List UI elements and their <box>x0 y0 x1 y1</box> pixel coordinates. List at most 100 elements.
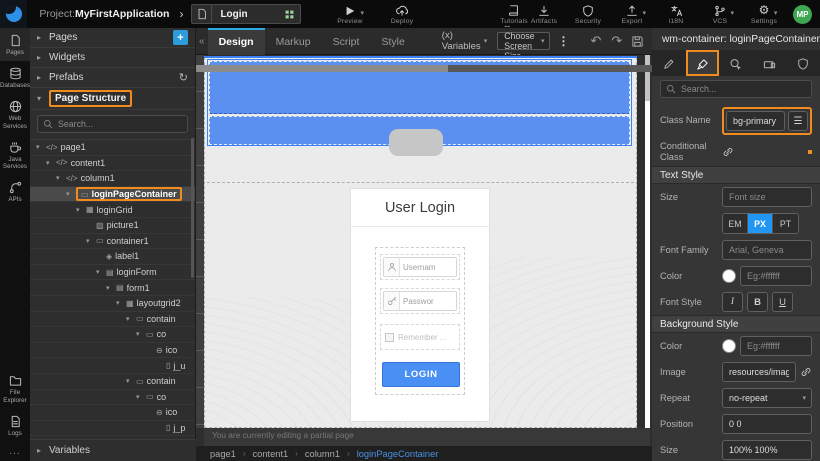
design-page[interactable]: User Login Usernam <box>204 57 637 428</box>
tab-styles[interactable] <box>686 50 720 76</box>
section-page-structure[interactable]: ▾ Page Structure <box>30 88 195 110</box>
tree-item-container[interactable]: ▾▭contain <box>30 312 195 328</box>
tree-item-loginGrid[interactable]: ▾▦loginGrid <box>30 202 195 218</box>
remember-checkbox[interactable] <box>385 333 394 342</box>
canvas-horizontal-scrollbar[interactable] <box>196 65 652 72</box>
tree-item-layoutgrid2[interactable]: ▾▦layoutgrid2 <box>30 296 195 312</box>
tree-item-input[interactable]: ▯j_u <box>30 358 195 374</box>
more-options-icon[interactable]: ... <box>0 442 30 461</box>
tree-item-icon[interactable]: ⊖ico <box>30 405 195 421</box>
bg-color-input[interactable] <box>740 336 812 356</box>
save-button[interactable] <box>627 35 648 48</box>
breadcrumb-content1[interactable]: content1 <box>253 449 289 459</box>
tree-item-container[interactable]: ▾▭co <box>30 390 195 406</box>
bg-image-input[interactable] <box>722 362 796 382</box>
tab-device[interactable] <box>753 50 787 76</box>
page-tab-login[interactable]: Login <box>191 4 301 24</box>
breadcrumb-loginPageContainer[interactable]: loginPageContainer <box>357 449 439 459</box>
bg-position-input[interactable] <box>722 414 812 434</box>
color-swatch[interactable] <box>722 339 736 353</box>
tab-markup[interactable]: Markup <box>265 28 322 55</box>
section-pages[interactable]: ▸ Pages + <box>30 28 195 48</box>
class-name-input[interactable] <box>726 111 785 131</box>
underline-button[interactable]: U <box>772 292 793 312</box>
text-color-input[interactable] <box>740 266 812 286</box>
tab-properties[interactable] <box>652 50 686 76</box>
username-placeholder[interactable]: Usernam <box>400 263 456 272</box>
more-menu-icon[interactable]: ⋮ <box>558 34 570 48</box>
password-field-row[interactable]: Passwor <box>380 288 460 314</box>
unit-pt-button[interactable]: PT <box>773 214 798 233</box>
tab-security[interactable] <box>786 50 820 76</box>
breadcrumb-column1[interactable]: column1 <box>305 449 340 459</box>
bg-repeat-select[interactable]: no-repeat ▾ <box>722 388 812 408</box>
panel-scrollbar[interactable] <box>191 138 194 278</box>
tree-search-input[interactable]: Search... <box>37 115 188 133</box>
collapse-left-icon[interactable]: « <box>196 36 208 47</box>
username-field-row[interactable]: Usernam <box>380 254 460 280</box>
canvas-vertical-scrollbar[interactable] <box>645 55 650 428</box>
tree-item-loginPageContainer[interactable]: ▾▭loginPageContainer <box>30 187 195 203</box>
tree-item-page1[interactable]: ▾</>page1 <box>30 140 195 156</box>
properties-search-input[interactable]: Search... <box>660 80 812 98</box>
color-swatch[interactable] <box>722 269 736 283</box>
tree-item-input[interactable]: ▯j_p <box>30 421 195 437</box>
undo-button[interactable]: ↶ <box>586 33 607 49</box>
vcs-button[interactable]: ▾ VCS <box>705 4 735 25</box>
tree-item-icon[interactable]: ⊖ico <box>30 343 195 359</box>
variables-dropdown[interactable]: (x) Variables ▾ <box>442 30 487 52</box>
section-widgets[interactable]: ▸ Widgets <box>30 48 195 68</box>
tree-item-label1[interactable]: ◈label1 <box>30 249 195 265</box>
bold-button[interactable]: B <box>747 292 768 312</box>
tab-events[interactable] <box>719 50 753 76</box>
rail-item-logs[interactable]: Logs <box>0 409 30 442</box>
redo-button[interactable]: ↷ <box>606 33 627 49</box>
picture-placeholder[interactable] <box>389 129 443 156</box>
password-placeholder[interactable]: Passwor <box>400 297 456 306</box>
rail-item-databases[interactable]: Databases <box>0 61 30 94</box>
tree-item-form1[interactable]: ▾▤form1 <box>30 280 195 296</box>
login-form[interactable]: Usernam Passwor <box>375 247 465 395</box>
tree-item-container[interactable]: ▾▭contain <box>30 374 195 390</box>
tree-item-column1[interactable]: ▾</>column1 <box>30 171 195 187</box>
rail-item-java-services[interactable]: Java Services <box>0 135 30 175</box>
security-button[interactable]: Security <box>573 4 603 25</box>
italic-button[interactable]: I <box>722 292 743 312</box>
bind-link-icon[interactable] <box>722 146 734 158</box>
rail-item-web-services[interactable]: Web Services <box>0 94 30 134</box>
tree-item-loginForm[interactable]: ▾▤loginForm <box>30 265 195 281</box>
tab-design[interactable]: Design <box>208 28 265 55</box>
class-list-button[interactable]: ☰ <box>788 111 808 131</box>
add-page-button[interactable]: + <box>173 30 188 45</box>
tree-item-picture1[interactable]: ▨picture1 <box>30 218 195 234</box>
settings-button[interactable]: ⚙▾ Settings <box>749 4 779 25</box>
tab-script[interactable]: Script <box>322 28 371 55</box>
login-button[interactable]: LOGIN <box>382 362 460 387</box>
tree-item-content1[interactable]: ▾</>content1 <box>30 156 195 172</box>
i18n-button[interactable]: i18N <box>661 4 691 25</box>
tree-item-container[interactable]: ▾▭co <box>30 327 195 343</box>
bind-link-icon[interactable] <box>800 366 812 378</box>
tree-item-container1[interactable]: ▾▭container1 <box>30 234 195 250</box>
grid-view-icon[interactable] <box>278 5 300 23</box>
rail-item-apis[interactable]: APIs <box>0 175 30 208</box>
unit-px-button[interactable]: PX <box>748 214 773 233</box>
breadcrumb-page1[interactable]: page1 <box>210 449 236 459</box>
export-button[interactable]: ▾ Export <box>617 4 647 25</box>
bg-size-input[interactable] <box>722 440 812 460</box>
font-family-input[interactable] <box>722 240 812 260</box>
section-variables[interactable]: ▸ Variables <box>30 439 196 461</box>
rail-item-pages[interactable]: Pages <box>0 28 30 61</box>
tab-style[interactable]: Style <box>370 28 415 55</box>
font-size-input[interactable] <box>722 187 812 207</box>
unit-em-button[interactable]: EM <box>723 214 748 233</box>
refresh-icon[interactable]: ↻ <box>179 71 188 84</box>
login-card[interactable]: User Login Usernam <box>351 189 489 421</box>
app-logo[interactable] <box>0 0 27 28</box>
preview-button[interactable]: ▾ Preview <box>335 4 365 25</box>
section-prefabs[interactable]: ▸ Prefabs ↻ <box>30 68 195 88</box>
screen-size-select[interactable]: -- Choose Screen Size -- ▾ <box>497 32 549 50</box>
deploy-button[interactable]: Deploy <box>387 4 417 25</box>
rail-item-file-explorer[interactable]: File Explorer <box>0 368 30 408</box>
user-avatar[interactable]: MP <box>793 5 812 24</box>
